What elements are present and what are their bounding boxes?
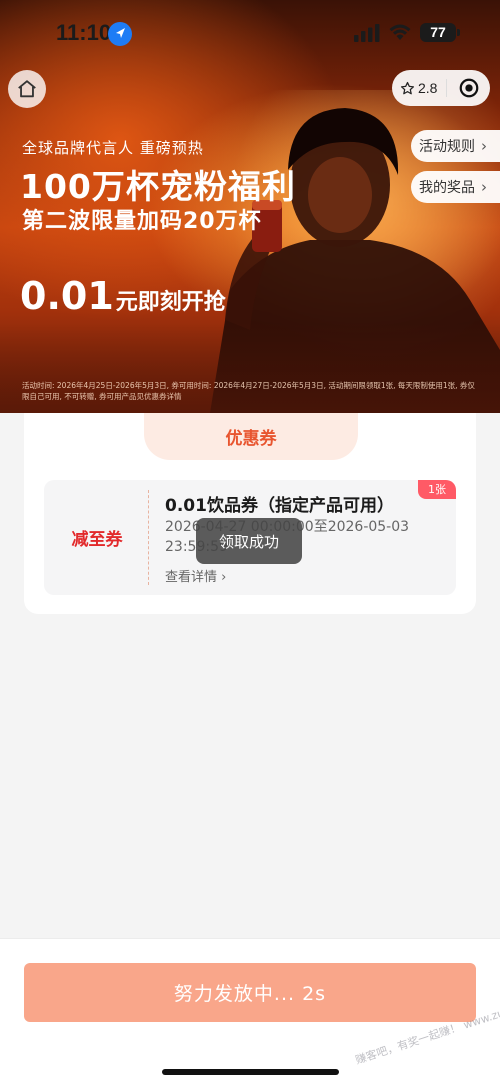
- coupon-panel: 优惠券 减至券 0.01饮品券（指定产品可用） 2026-04-27 00:00…: [24, 413, 476, 614]
- coupon-tab-header: 优惠券: [144, 413, 358, 460]
- hero-fine-print: 活动时间: 2026年4月25日-2026年5月3日, 券可用时间: 2026年…: [22, 381, 475, 401]
- coupon-type-label: 减至券: [71, 530, 123, 550]
- my-prizes-link[interactable]: 我的奖品 ›: [411, 171, 500, 203]
- activity-rules-label: 活动规则: [419, 139, 475, 155]
- hero-price-text: 元即刻开抢: [115, 290, 226, 315]
- home-icon: [18, 80, 36, 98]
- success-toast: 领取成功: [196, 518, 302, 564]
- battery-icon: 77: [420, 23, 456, 42]
- wifi-icon: [389, 24, 411, 40]
- rating-value: 2.8: [418, 80, 438, 96]
- home-indicator[interactable]: [162, 1069, 339, 1075]
- coupon-detail-label: 查看详情: [165, 570, 218, 585]
- close-mini-program-button[interactable]: [447, 77, 490, 99]
- claim-button[interactable]: 努力发放中... 2s: [24, 963, 476, 1022]
- coupon-title: 0.01饮品券（指定产品可用）: [165, 496, 394, 516]
- home-button[interactable]: [8, 70, 46, 108]
- chevron-right-icon: ›: [481, 137, 487, 155]
- rating-button[interactable]: 2.8: [392, 80, 446, 96]
- my-prizes-label: 我的奖品: [419, 180, 475, 196]
- activity-rules-link[interactable]: 活动规则 ›: [411, 130, 500, 162]
- bottom-bar: 努力发放中... 2s 赚客吧，有奖一起赚！ www.zuanke8.com: [0, 938, 500, 1084]
- coupon-count-badge: 1张: [418, 480, 456, 499]
- location-arrow-icon: [108, 22, 132, 46]
- hero-price: 0.01 元即刻开抢: [20, 274, 226, 318]
- chevron-right-icon: ›: [221, 570, 227, 585]
- hero-tagline: 第二波限量加码20万杯: [22, 209, 262, 234]
- hero-subtitle: 全球品牌代言人 重磅预热: [22, 139, 204, 157]
- status-time: 11:10: [56, 20, 112, 45]
- hero-title: 100万杯宠粉福利: [20, 167, 296, 206]
- coupon-detail-link[interactable]: 查看详情 ›: [165, 566, 226, 585]
- target-icon: [459, 78, 478, 98]
- hero-price-amount: 0.01: [20, 274, 114, 318]
- coupon-divider: [148, 490, 149, 585]
- mini-program-capsule: 2.8: [392, 70, 490, 106]
- star-icon: [400, 81, 415, 94]
- battery-tip: [457, 29, 460, 36]
- chevron-right-icon: ›: [481, 178, 487, 196]
- status-bar: 11:10 77: [0, 0, 500, 62]
- cellular-signal-icon: [354, 24, 380, 42]
